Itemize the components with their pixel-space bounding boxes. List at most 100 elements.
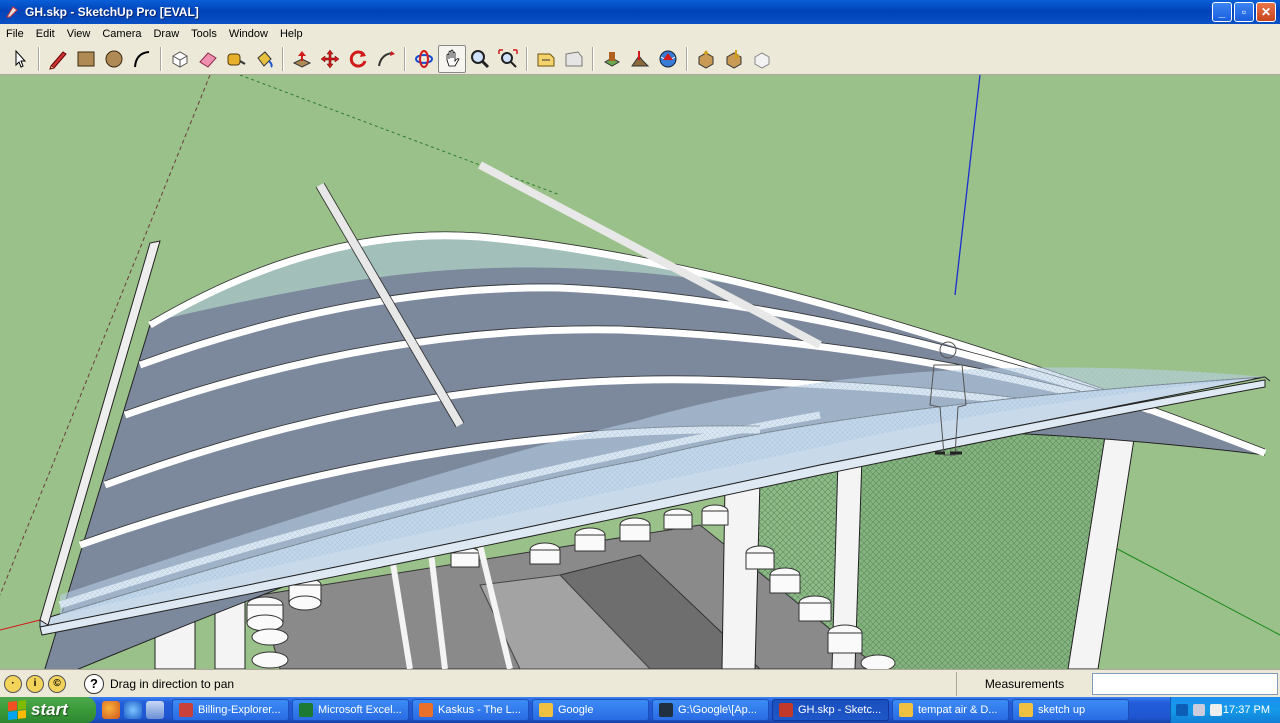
minimize-button[interactable]: _ (1212, 2, 1232, 22)
taskbar-item-tempat-air[interactable]: tempat air & D... (892, 699, 1009, 721)
paint-bucket-icon (257, 50, 273, 68)
blue-axis (954, 75, 981, 296)
network-icon[interactable] (1193, 704, 1205, 716)
pan-tool-button[interactable] (438, 44, 466, 73)
measurements-input[interactable] (1092, 673, 1278, 695)
folder-app-icon (899, 703, 913, 717)
arc-icon (134, 50, 150, 67)
taskbar-item-sketchup[interactable]: GH.skp - Sketc... (772, 699, 889, 721)
taskbar-item-excel[interactable]: Microsoft Excel... (292, 699, 409, 721)
menu-camera[interactable]: Camera (96, 28, 147, 40)
user-icon[interactable]: © (48, 674, 66, 693)
orbit-tool-button[interactable] (410, 45, 438, 73)
rotate-icon (349, 50, 367, 68)
clock: 17:37 PM (1222, 704, 1270, 716)
share-model-icon (698, 49, 714, 69)
eraser-icon (199, 51, 217, 68)
firefox-app-icon (419, 703, 433, 717)
get-models-icon (659, 50, 677, 67)
select-tool-button[interactable] (6, 45, 34, 73)
menu-window[interactable]: Window (223, 28, 274, 40)
geolocation-icon[interactable]: · (4, 674, 22, 693)
pencil-tool-button[interactable] (44, 45, 72, 73)
menu-edit[interactable]: Edit (30, 28, 61, 40)
taskbar-item-sketch-up-folder[interactable]: sketch up (1012, 699, 1129, 721)
pan-icon (446, 49, 460, 66)
taskbar-item-billing-explorer[interactable]: Billing-Explorer... (172, 699, 289, 721)
follow-me-button[interactable] (372, 45, 400, 73)
arc-tool-button[interactable] (128, 45, 156, 73)
menu-tools[interactable]: Tools (185, 28, 223, 40)
tray-expand-icon[interactable] (1176, 704, 1188, 716)
taskbar-item-google-path[interactable]: G:\Google\[Ap... (652, 699, 769, 721)
winrar-app-icon (659, 703, 673, 717)
zoom-extents-button[interactable] (494, 45, 522, 73)
rectangle-icon (77, 51, 95, 66)
toolbar-separator (592, 46, 594, 71)
windows-logo-icon (8, 700, 26, 720)
add-location-button[interactable] (598, 45, 626, 73)
move-icon (320, 49, 340, 68)
share-component-button[interactable] (748, 45, 776, 73)
taskbar-item-google[interactable]: Google (532, 699, 649, 721)
eraser-tool-button[interactable] (194, 45, 222, 73)
circle-icon (105, 50, 123, 67)
toolbar-separator (686, 46, 688, 71)
taskbar-item-label: Microsoft Excel... (318, 704, 402, 716)
sketchup-window: GH.skp - SketchUp Pro [EVAL] _ ▫ ✕ File … (0, 0, 1280, 723)
menu-help[interactable]: Help (274, 28, 309, 40)
column (721, 479, 761, 669)
previous-view-button[interactable] (532, 45, 560, 73)
push-pull-button[interactable] (288, 45, 316, 73)
push-pull-icon (292, 50, 312, 68)
red-axis-lower (0, 619, 41, 631)
paint-bucket-button[interactable] (250, 45, 278, 73)
toggle-terrain-icon (631, 50, 650, 66)
share-model-button[interactable] (692, 45, 720, 73)
windows-taskbar: start Billing-Explorer... Microsoft Exce… (0, 697, 1280, 723)
title-bar: GH.skp - SketchUp Pro [EVAL] _ ▫ ✕ (0, 0, 1280, 24)
toolbar-separator (404, 46, 406, 71)
help-icon[interactable]: ? (84, 673, 104, 694)
zoom-extents-icon (498, 48, 518, 68)
zoom-tool-button[interactable] (466, 45, 494, 73)
rectangle-tool-button[interactable] (72, 45, 100, 73)
tape-measure-button[interactable] (222, 45, 250, 73)
system-tray: 17:37 PM (1170, 697, 1280, 723)
rotate-tool-button[interactable] (344, 45, 372, 73)
make-component-button[interactable] (166, 45, 194, 73)
close-button[interactable]: ✕ (1256, 2, 1276, 22)
maximize-button[interactable]: ▫ (1234, 2, 1254, 22)
get-components-button[interactable] (720, 45, 748, 73)
taskbar-item-kaskus[interactable]: Kaskus - The L... (412, 699, 529, 721)
taskbar-item-label: Kaskus - The L... (438, 704, 521, 716)
firefox-icon[interactable] (102, 701, 120, 719)
billing-explorer-app-icon (179, 703, 193, 717)
toolbar-separator (282, 46, 284, 71)
excel-app-icon (299, 703, 313, 717)
menu-draw[interactable]: Draw (147, 28, 185, 40)
internet-explorer-icon[interactable] (124, 701, 142, 719)
next-view-button[interactable] (560, 45, 588, 73)
menu-bar: File Edit View Camera Draw Tools Window … (0, 24, 1280, 43)
show-desktop-icon[interactable] (146, 701, 164, 719)
volume-icon[interactable] (1210, 704, 1222, 716)
tape-measure-icon (227, 53, 246, 65)
main-toolbar (0, 43, 1280, 75)
previous-view-icon (537, 53, 555, 66)
credits-icon[interactable]: i (26, 674, 44, 693)
start-button[interactable]: start (0, 697, 96, 723)
orbit-icon (415, 49, 433, 68)
sketchup-app-icon (4, 4, 20, 20)
menu-view[interactable]: View (61, 28, 97, 40)
move-tool-button[interactable] (316, 45, 344, 73)
start-label: start (31, 700, 68, 719)
share-component-icon (754, 51, 770, 69)
quick-launch (102, 701, 164, 719)
toggle-terrain-button[interactable] (626, 45, 654, 73)
model-canvas[interactable] (0, 75, 1280, 669)
model-viewport[interactable] (0, 75, 1280, 669)
circle-tool-button[interactable] (100, 45, 128, 73)
get-models-button[interactable] (654, 45, 682, 73)
menu-file[interactable]: File (0, 28, 30, 40)
